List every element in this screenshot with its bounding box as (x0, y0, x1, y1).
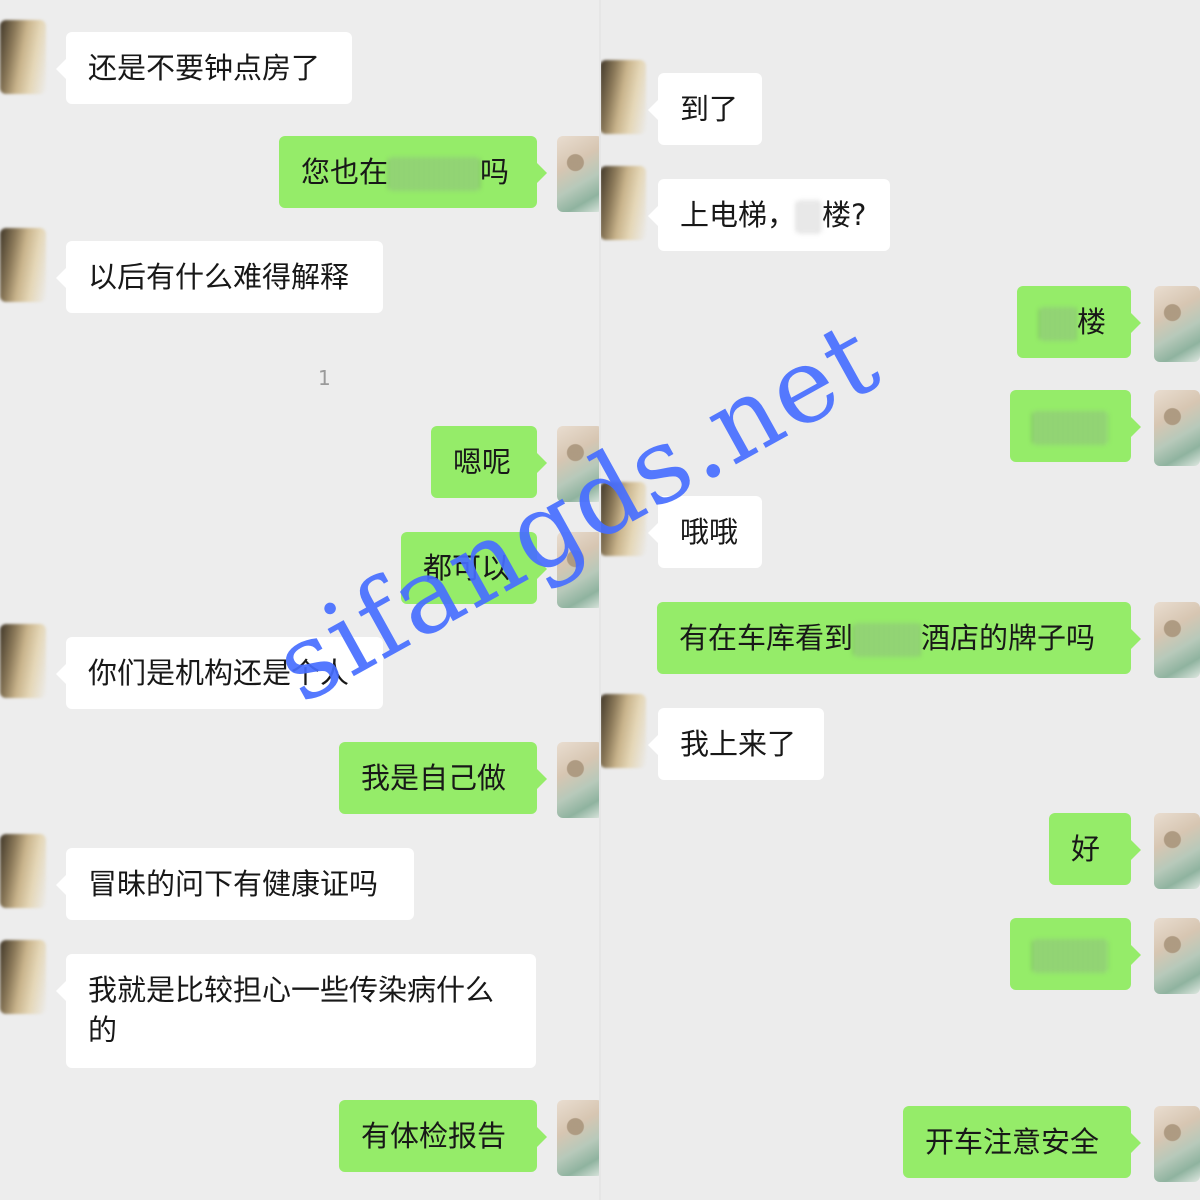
message-text: 好 (1071, 832, 1101, 866)
contact-avatar[interactable] (600, 60, 646, 134)
redacted-text (853, 623, 922, 657)
user-avatar[interactable] (1154, 813, 1200, 889)
message-text: 开车注意安全 (925, 1125, 1100, 1159)
message-text-after: 楼? (822, 198, 867, 232)
message-text: 到了 (680, 92, 739, 126)
user-avatar[interactable] (1154, 918, 1200, 994)
user-avatar[interactable] (1154, 286, 1200, 362)
faint-mark: 1 (318, 366, 331, 390)
message-bubble-outgoing[interactable]: 有在车库看到 酒店的牌子吗 (657, 602, 1141, 674)
message-text: 嗯呢 (453, 445, 512, 479)
contact-avatar[interactable] (0, 228, 46, 302)
message-bubble-outgoing[interactable]: 有体检报告 (339, 1100, 547, 1172)
message-bubble-incoming[interactable]: 冒昧的问下有健康证吗 (56, 848, 414, 920)
message-bubble-outgoing[interactable] (1010, 918, 1141, 990)
message-bubble-incoming[interactable]: 以后有什么难得解释 (56, 241, 383, 313)
message-text: 哦哦 (680, 515, 739, 549)
message-bubble-incoming[interactable]: 我就是比较担心一些传染病什么的 (56, 954, 536, 1068)
message-bubble-outgoing[interactable]: 好 (1049, 813, 1141, 885)
message-text-after: 楼 (1077, 305, 1107, 339)
message-bubble-outgoing[interactable]: 开车注意安全 (903, 1106, 1141, 1178)
message-bubble-incoming[interactable]: 我上来了 (648, 708, 824, 780)
message-text-before: 上电梯， (680, 198, 797, 232)
contact-avatar[interactable] (0, 834, 46, 908)
contact-avatar[interactable] (0, 940, 46, 1014)
message-bubble-outgoing[interactable]: 您也在 吗 (279, 136, 547, 208)
message-bubble-outgoing[interactable]: 楼 (1017, 286, 1141, 358)
chat-panel-right: 到了 上电梯， 楼? 楼 哦哦 有在车库看到 酒店的牌子吗 我上来了 好 开车注意安… (600, 0, 1200, 1200)
message-text-after: 吗 (480, 155, 510, 189)
message-text: 以后有什么难得解释 (88, 260, 350, 294)
message-bubble-outgoing[interactable]: 我是自己做 (339, 742, 547, 814)
message-text-after: 酒店的牌子吗 (921, 621, 1096, 655)
panel-divider (599, 0, 601, 1200)
message-text-before: 有在车库看到 (679, 621, 854, 655)
contact-avatar[interactable] (0, 624, 46, 698)
message-text: 我就是比较担心一些传染病什么的 (88, 973, 495, 1047)
message-bubble-outgoing[interactable] (1010, 390, 1141, 462)
message-bubble-incoming[interactable]: 上电梯， 楼? (648, 179, 890, 251)
user-avatar[interactable] (557, 742, 600, 818)
message-bubble-incoming[interactable]: 还是不要钟点房了 (56, 32, 352, 104)
contact-avatar[interactable] (600, 694, 646, 768)
redacted-text (1039, 307, 1077, 341)
message-text: 我上来了 (680, 727, 797, 761)
user-avatar[interactable] (1154, 390, 1200, 466)
user-avatar[interactable] (1154, 602, 1200, 678)
message-text: 冒昧的问下有健康证吗 (88, 867, 379, 901)
message-text: 还是不要钟点房了 (88, 51, 321, 85)
message-text: 有体检报告 (361, 1119, 507, 1153)
redacted-text (1032, 411, 1108, 445)
contact-avatar[interactable] (0, 20, 46, 94)
message-text-before: 您也在 (301, 155, 389, 189)
contact-avatar[interactable] (600, 166, 646, 240)
user-avatar[interactable] (557, 1100, 600, 1176)
redacted-text (388, 157, 481, 191)
redacted-text (796, 200, 823, 234)
message-text: 我是自己做 (361, 761, 507, 795)
message-bubble-incoming[interactable]: 到了 (648, 73, 762, 145)
user-avatar[interactable] (557, 136, 600, 212)
redacted-text (1032, 939, 1108, 973)
user-avatar[interactable] (1154, 1106, 1200, 1182)
